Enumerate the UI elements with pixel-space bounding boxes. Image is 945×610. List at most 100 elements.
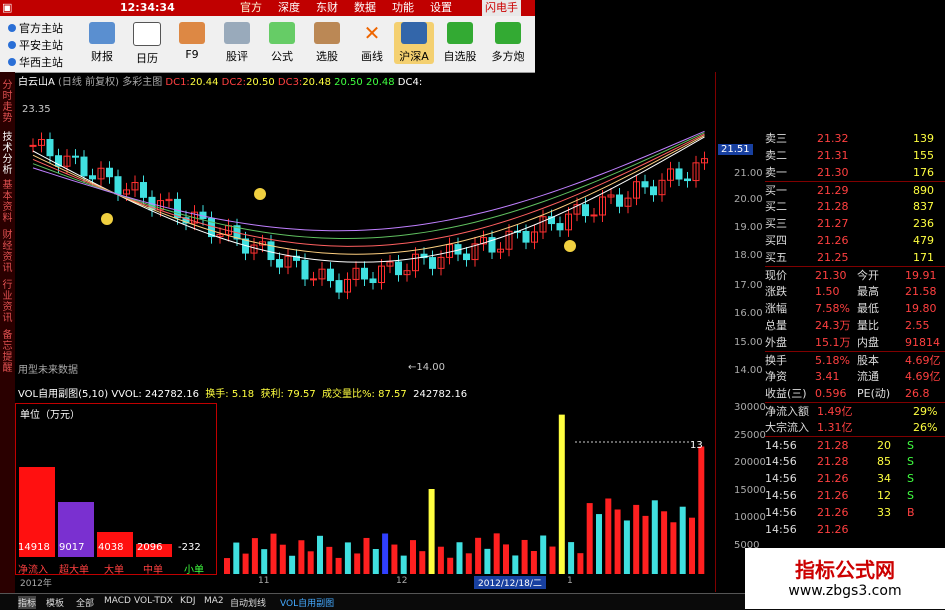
volume-bar: [689, 517, 695, 574]
candle-body: [369, 278, 377, 284]
watchlist-button[interactable]: 自选股: [440, 22, 480, 64]
quote-row: 收益(三) 0.596 PE(动) 26.8: [765, 387, 930, 400]
tab-ma2[interactable]: MA2: [204, 596, 224, 606]
volume-bar: [224, 558, 230, 574]
quote-row: 换手 5.18% 股本 4.69亿: [765, 351, 945, 369]
tab-shendu[interactable]: 深度: [278, 0, 300, 16]
tab-autoline[interactable]: 自动划线: [230, 596, 266, 609]
quote-row: 卖三 21.32 139: [765, 132, 934, 145]
title-bar: ▣ 12:34:34 官方 深度 东财 数据 功能 设置 闪电手: [0, 0, 535, 16]
stock-picker-button[interactable]: 选股: [307, 22, 347, 64]
volume-bar: [530, 551, 537, 574]
volume-bar: [447, 557, 454, 574]
volume-bar: [484, 548, 491, 574]
candle-body: [267, 241, 275, 261]
site-pingan[interactable]: 平安主站: [8, 37, 63, 53]
volume-bar: [363, 537, 370, 574]
volume-bar: [503, 544, 509, 574]
quote-row: 卖二 21.31 155: [765, 149, 934, 162]
candle-body: [641, 181, 649, 188]
quote-row: 涨跌 1.50 最高 21.58: [765, 285, 937, 298]
volume-bar: [251, 538, 258, 574]
quote-row: 净流入额 1.49亿 29%: [765, 402, 945, 420]
quote-row: 买二 21.28 837: [765, 200, 934, 213]
quote-row: 14:56 21.28 20 S: [765, 436, 945, 454]
toolbar: 官方主站 平安主站 华西主站 财报 日历 F9 股评 公式 选股 ✕ 画线 沪深A…: [0, 16, 535, 73]
vol-title[interactable]: VOL自用副图(5,10): [18, 389, 108, 400]
price-axis: 21.51 21.00 20.00 19.00 18.00 17.00 16.0…: [715, 72, 766, 592]
candle-body: [556, 223, 564, 231]
candle-body: [310, 278, 317, 281]
high-label: 23.35: [22, 104, 51, 115]
quote-row: 外盘 15.1万 内盘 91814: [765, 336, 940, 349]
smiley-icon: [254, 188, 266, 200]
tab-hangye[interactable]: 行业资讯: [1, 280, 14, 324]
candle-body: [29, 144, 37, 147]
tab-caijing[interactable]: 财经资讯: [1, 230, 14, 274]
flash-button[interactable]: 闪电手: [482, 0, 521, 16]
candle-body: [327, 268, 334, 282]
tab-shezhi[interactable]: 设置: [430, 0, 452, 16]
xaxis-year: 2012年: [20, 579, 52, 589]
tab-all[interactable]: 全部: [76, 596, 94, 609]
volume-bar: [633, 504, 640, 574]
volume-bar: [651, 500, 658, 574]
f9-icon: [179, 22, 205, 44]
formula-button[interactable]: 公式: [262, 22, 302, 64]
volume-bar: [577, 553, 584, 574]
globe-icon: [8, 58, 16, 66]
tab-vol-tdx[interactable]: VOL-TDX: [134, 596, 173, 606]
volume-bar: [465, 553, 472, 574]
calendar-button[interactable]: 日历: [127, 22, 167, 66]
tab-indicator[interactable]: 指标: [18, 596, 37, 609]
volume-bar: [344, 542, 351, 574]
site-huaxi[interactable]: 华西主站: [8, 54, 63, 70]
tab-fenshi[interactable]: 分时走势: [1, 80, 14, 124]
quote-row: 买一 21.29 890: [765, 181, 945, 199]
tab-vol-custom[interactable]: VOL自用副图: [280, 596, 334, 609]
volume-bar: [289, 555, 296, 574]
volume-bar: [512, 555, 519, 574]
tab-macd[interactable]: MACD: [104, 596, 131, 606]
draw-line-button[interactable]: ✕ 画线: [352, 22, 392, 64]
volume-bar: [354, 553, 361, 574]
quote-row: 14:56 21.26: [765, 523, 849, 536]
volume-bar: [298, 540, 305, 574]
f9-button[interactable]: F9: [172, 22, 212, 61]
report-icon: [89, 22, 115, 44]
tab-beiwang[interactable]: 备忘提醒: [1, 330, 14, 374]
candle-body: [301, 259, 309, 280]
tab-shuju[interactable]: 数据: [354, 0, 376, 16]
volume-bar: [335, 557, 342, 574]
tab-gongneng[interactable]: 功能: [392, 0, 414, 16]
tab-dongcai[interactable]: 东财: [316, 0, 338, 16]
quote-row: 买五 21.25 171: [765, 251, 934, 264]
volume-chart[interactable]: [220, 398, 715, 574]
clock: 12:34:34: [120, 1, 175, 14]
multi-cannon-button[interactable]: 多方炮: [488, 22, 528, 64]
review-button[interactable]: 股评: [217, 22, 257, 64]
tab-guanfang[interactable]: 官方: [240, 0, 262, 16]
tab-template[interactable]: 模板: [46, 596, 64, 609]
tab-jishu[interactable]: 技术分析: [1, 132, 14, 176]
tab-kdj[interactable]: KDJ: [180, 596, 196, 606]
candlestick-chart[interactable]: [15, 86, 715, 386]
tab-jiben[interactable]: 基本资料: [1, 180, 14, 224]
report-button[interactable]: 财报: [82, 22, 122, 64]
candle-body: [361, 267, 368, 280]
site-guanfang[interactable]: 官方主站: [8, 20, 63, 36]
ma-line: [32, 132, 705, 239]
candle-body: [463, 253, 470, 261]
hushen-a-button[interactable]: 沪深A: [394, 22, 434, 64]
volume-bar: [419, 551, 426, 574]
volume-bar: [326, 546, 333, 574]
volume-bar: [382, 533, 389, 574]
volume-bar: [233, 542, 240, 574]
ma-line: [32, 130, 705, 232]
candle-body: [675, 168, 683, 180]
left-tabbar: 分时走势 技术分析 基本资料 财经资讯 行业资讯 备忘提醒: [0, 72, 15, 594]
candle-body: [106, 167, 113, 178]
basket-icon: [495, 22, 521, 44]
watermark: 指标公式网 www.zbgs3.com: [745, 548, 945, 609]
volume-bar: [521, 539, 528, 574]
